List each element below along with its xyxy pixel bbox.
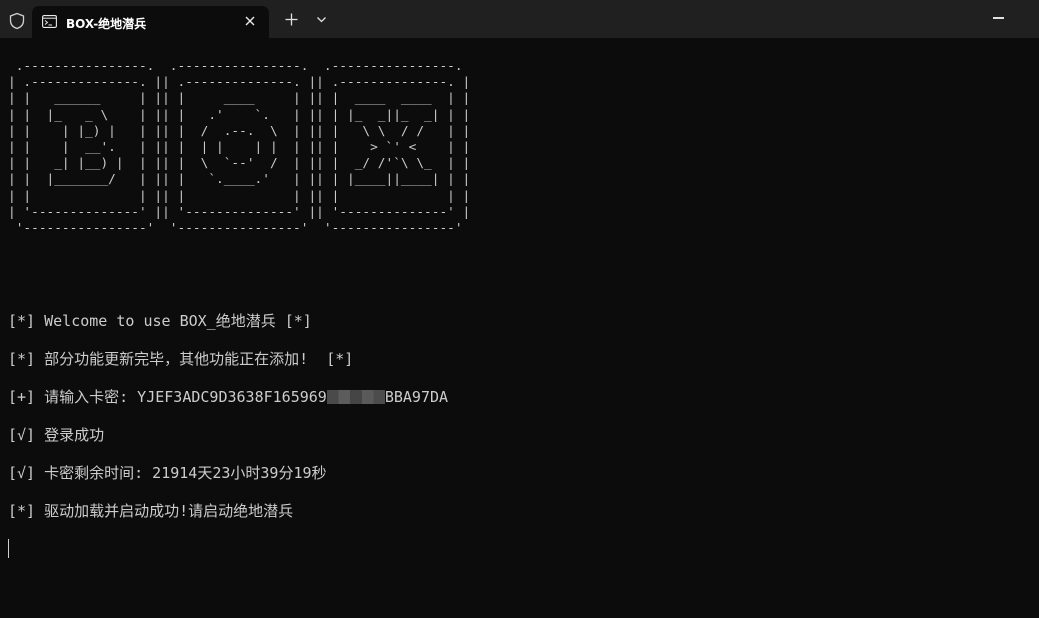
close-icon[interactable] <box>243 14 257 28</box>
minimize-icon[interactable] <box>993 17 1004 19</box>
output-line-license-key: [+] 请输入卡密: YJEF3ADC9D3638F165969 BBA97DA <box>8 387 448 407</box>
tab-title: BOX-绝地潜兵 <box>66 17 147 31</box>
license-key-suffix: BBA97DA <box>384 388 449 406</box>
ascii-banner: .----------------. .----------------. .-… <box>8 59 471 237</box>
plus-icon[interactable] <box>285 13 298 26</box>
terminal-tab[interactable]: BOX-绝地潜兵 <box>32 6 269 38</box>
terminal-output[interactable]: .----------------. .----------------. .-… <box>8 59 1031 609</box>
output-line-login: [√] 登录成功 <box>8 426 105 444</box>
text-cursor <box>8 539 9 558</box>
license-key-prompt: [+] 请输入卡密: YJEF3ADC9D3638F165969 <box>8 388 327 406</box>
title-bar: BOX-绝地潜兵 <box>0 0 1039 38</box>
redacted-mask <box>326 390 385 404</box>
output-line-welcome: [*] Welcome to use BOX_绝地潜兵 [*] <box>8 312 312 330</box>
chevron-down-icon[interactable] <box>316 15 327 24</box>
output-line-update: [*] 部分功能更新完毕，其他功能正在添加! [*] <box>8 350 354 368</box>
output-line-driver: [*] 驱动加载并启动成功!请启动绝地潜兵 <box>8 502 294 520</box>
terminal-icon <box>42 15 57 28</box>
output-line-remaining-time: [√] 卡密剩余时间: 21914天23小时39分19秒 <box>8 464 327 482</box>
shield-icon[interactable] <box>8 12 26 30</box>
